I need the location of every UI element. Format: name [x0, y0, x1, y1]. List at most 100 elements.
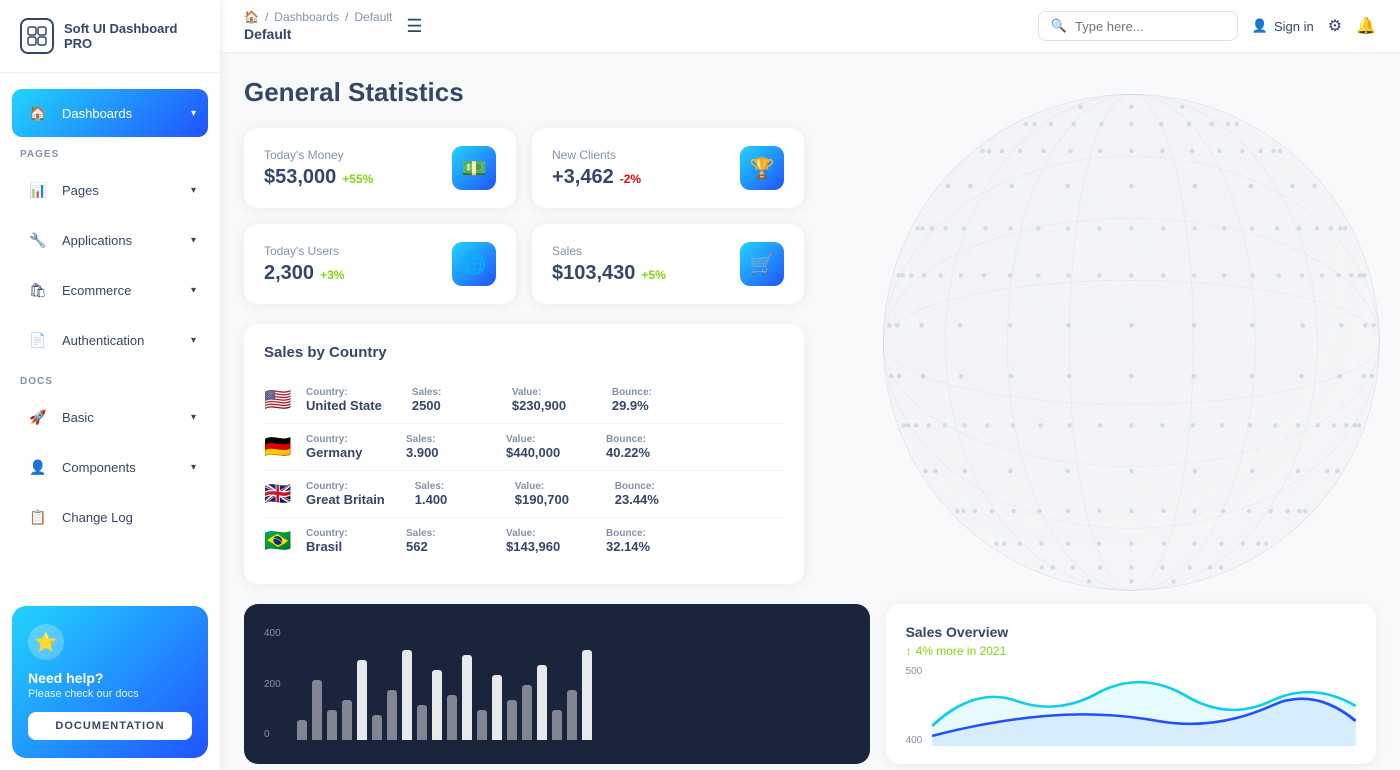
content-area: /* dots drawn via JS below */ General — [220, 53, 1400, 770]
country-value-3: $143,960 — [506, 539, 576, 554]
country-name-2: Great Britain — [306, 492, 385, 507]
breadcrumb: 🏠 / Dashboards / Default Default — [244, 10, 392, 42]
country-row-1: 🇩🇪 Country: Germany Sales: 3.900 Value: … — [264, 424, 784, 471]
sidebar-item-pages-label: Pages — [62, 183, 99, 198]
bottom-charts: 400 200 0 Sales Overview ↑ 4% more in 20… — [244, 604, 1376, 764]
sidebar-item-components[interactable]: 👤 Components ▾ — [12, 443, 208, 491]
settings-icon[interactable]: ⚙ — [1328, 16, 1342, 36]
sidebar-item-components-label: Components — [62, 460, 136, 475]
stat-change-0: +55% — [342, 172, 373, 186]
header-left: 🏠 / Dashboards / Default Default ☰ — [244, 10, 423, 42]
header-right: 🔍 👤 Sign in ⚙ 🔔 — [1038, 11, 1376, 41]
stat-icon-0: 💵 — [452, 146, 496, 190]
chevron-basic-icon: ▾ — [191, 412, 196, 423]
ecommerce-icon: 🛍 — [24, 276, 52, 304]
sidebar-item-dashboards[interactable]: 🏠 Dashboards ▾ — [12, 89, 208, 137]
sidebar-item-applications-label: Applications — [62, 233, 132, 248]
changelog-icon: 📋 — [24, 503, 52, 531]
overview-y-500: 500 — [906, 666, 923, 677]
bar-19 — [582, 650, 592, 740]
bar-y-400: 400 — [264, 628, 281, 639]
trend-up-icon: ↑ — [906, 644, 912, 658]
stat-change-3: +5% — [641, 268, 665, 282]
chevron-ecommerce-icon: ▾ — [191, 285, 196, 296]
stat-icon-2: 🌐 — [452, 242, 496, 286]
sidebar-item-basic-label: Basic — [62, 410, 94, 425]
bar-6 — [387, 690, 397, 740]
sidebar-item-pages[interactable]: 📊 Pages ▾ — [12, 166, 208, 214]
sign-in-button[interactable]: 👤 Sign in — [1252, 18, 1314, 34]
country-bounce-2: 23.44% — [615, 492, 685, 507]
sales-overview-subtitle: ↑ 4% more in 2021 — [906, 644, 1356, 658]
stat-value-2: 2,300 — [264, 262, 314, 285]
country-bounce-3: 32.14% — [606, 539, 676, 554]
stats-grid: Today's Money $53,000 +55% 💵 New Clients… — [244, 128, 804, 304]
sidebar-item-changelog[interactable]: 📋 Change Log — [12, 493, 208, 541]
stat-label-0: Today's Money — [264, 148, 373, 162]
breadcrumb-path: 🏠 / Dashboards / Default — [244, 10, 392, 24]
search-input[interactable] — [1075, 19, 1225, 34]
sidebar-item-applications[interactable]: 🔧 Applications ▾ — [12, 216, 208, 264]
pages-icon: 📊 — [24, 176, 52, 204]
bar-5 — [372, 715, 382, 740]
chevron-authentication-icon: ▾ — [191, 335, 196, 346]
sidebar-item-ecommerce[interactable]: 🛍 Ecommerce ▾ — [12, 266, 208, 314]
stat-card-0: Today's Money $53,000 +55% 💵 — [244, 128, 516, 208]
sidebar: Soft UI Dashboard PRO 🏠 Dashboards ▾ PAG… — [0, 0, 220, 770]
stat-icon-3: 🛒 — [740, 242, 784, 286]
country-sales-2: 1.400 — [415, 492, 485, 507]
breadcrumb-dashboards: Dashboards — [274, 10, 339, 24]
main-area: 🏠 / Dashboards / Default Default ☰ 🔍 👤 S… — [220, 0, 1400, 770]
breadcrumb-current: Default — [244, 26, 392, 42]
stat-change-1: -2% — [620, 172, 641, 186]
bar-18 — [567, 690, 577, 740]
bar-17 — [552, 710, 562, 740]
chevron-applications-icon: ▾ — [191, 235, 196, 246]
sidebar-nav: 🏠 Dashboards ▾ PAGES 📊 Pages ▾ 🔧 Applica… — [0, 73, 220, 594]
breadcrumb-default: Default — [354, 10, 392, 24]
stat-value-3: $103,430 — [552, 262, 635, 285]
bar-4 — [357, 660, 367, 740]
components-icon: 👤 — [24, 453, 52, 481]
bar-12 — [477, 710, 487, 740]
bar-3 — [342, 700, 352, 740]
sales-overview-title: Sales Overview — [906, 624, 1356, 640]
sidebar-item-authentication[interactable]: 📄 Authentication ▾ — [12, 316, 208, 364]
dashboards-icon: 🏠 — [24, 99, 52, 127]
bar-chart-inner — [297, 624, 850, 744]
stat-value-1: +3,462 — [552, 166, 614, 189]
search-icon: 🔍 — [1051, 18, 1067, 34]
sales-overview-card: Sales Overview ↑ 4% more in 2021 500 400 — [886, 604, 1376, 764]
help-subtitle: Please check our docs — [28, 688, 192, 700]
chevron-down-icon: ▾ — [191, 108, 196, 119]
stat-card-1: New Clients +3,462 -2% 🏆 — [532, 128, 804, 208]
bar-0 — [297, 720, 307, 740]
bar-8 — [417, 705, 427, 740]
documentation-button[interactable]: DOCUMENTATION — [28, 712, 192, 740]
applications-icon: 🔧 — [24, 226, 52, 254]
country-value-0: $230,900 — [512, 398, 582, 413]
hamburger-icon[interactable]: ☰ — [406, 16, 422, 37]
help-star-icon: ⭐ — [28, 624, 64, 660]
search-box[interactable]: 🔍 — [1038, 11, 1238, 41]
bar-9 — [432, 670, 442, 740]
sidebar-item-authentication-label: Authentication — [62, 333, 144, 348]
chevron-pages-icon: ▾ — [191, 185, 196, 196]
sales-by-country-title: Sales by Country — [264, 344, 784, 361]
stat-value-0: $53,000 — [264, 166, 336, 189]
page-title: General Statistics — [244, 77, 1376, 108]
country-flag-2: 🇬🇧 — [264, 481, 294, 507]
bar-y-0: 0 — [264, 729, 281, 740]
country-flag-1: 🇩🇪 — [264, 434, 294, 460]
stat-label-2: Today's Users — [264, 244, 344, 258]
stat-label-3: Sales — [552, 244, 666, 258]
country-name-1: Germany — [306, 445, 376, 460]
sidebar-item-basic[interactable]: 🚀 Basic ▾ — [12, 393, 208, 441]
bar-10 — [447, 695, 457, 740]
sidebar-logo: Soft UI Dashboard PRO — [0, 0, 220, 73]
country-row-3: 🇧🇷 Country: Brasil Sales: 562 Value: $14… — [264, 518, 784, 564]
bar-13 — [492, 675, 502, 740]
header: 🏠 / Dashboards / Default Default ☰ 🔍 👤 S… — [220, 0, 1400, 53]
header-actions: 👤 Sign in ⚙ 🔔 — [1252, 16, 1376, 36]
bell-icon[interactable]: 🔔 — [1356, 16, 1376, 36]
